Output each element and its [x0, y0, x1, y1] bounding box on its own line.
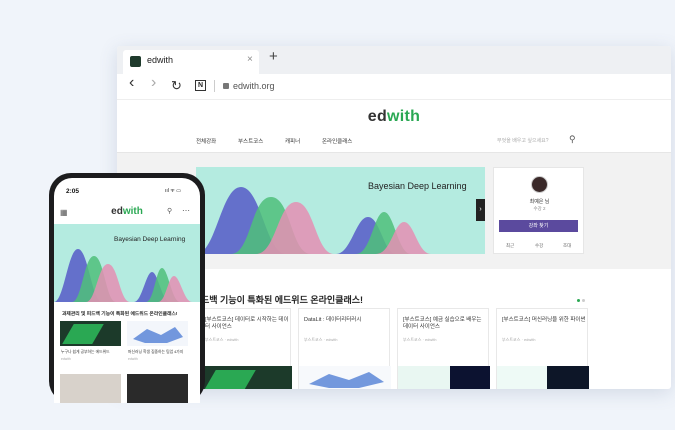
status-time: 2:05 — [66, 188, 80, 195]
search-icon[interactable]: ⚲ — [569, 134, 576, 145]
site-logo[interactable]: edwith — [117, 108, 671, 126]
avatar[interactable] — [531, 176, 548, 193]
profile-sub: 수강 2 — [533, 206, 546, 211]
phone-mockup: 2:05 ııl ᯤ ▭ ▦ edwith ⚲ ⋯ Bayesian Deep … — [49, 173, 205, 403]
card-meta: 부스트코스 · edwith — [304, 337, 338, 342]
course-card[interactable]: [부스트코스] 예금 실습으로 배우는 데이터 사이언스 부스트코스 · edw… — [397, 308, 490, 389]
edwith-favicon-icon — [130, 56, 141, 67]
phone-card-sub: edwith — [61, 357, 71, 361]
profile-link-recent[interactable]: 최근 — [506, 243, 514, 249]
lock-icon — [223, 83, 229, 89]
status-icons: ııl ᯤ ▭ — [165, 188, 181, 194]
new-tab-button[interactable]: + — [269, 48, 278, 65]
phone-screen: 2:05 ııl ᯤ ▭ ▦ edwith ⚲ ⋯ Bayesian Deep … — [54, 178, 200, 403]
naver-icon[interactable]: N — [195, 80, 206, 91]
divider — [214, 80, 215, 92]
phone-logo-ed: ed — [111, 206, 123, 217]
menu-item-online-class[interactable]: 온라인클래스 — [322, 137, 352, 145]
card-thumbnail — [398, 366, 490, 389]
card-meta: 부스트코스 · edwith — [502, 337, 536, 342]
card-meta: 부스트코스 · edwith — [205, 337, 239, 342]
phone-card-thumbnail[interactable] — [127, 321, 188, 346]
phone-banner[interactable]: Bayesian Deep Learning — [54, 224, 200, 302]
search-input[interactable]: 무엇을 배우고 싶으세요? — [497, 137, 549, 144]
tab-bar: edwith × + — [117, 46, 671, 74]
tab-close-icon[interactable]: × — [247, 54, 253, 65]
carousel-dot-active[interactable] — [577, 299, 580, 302]
profile-card: 최예은 님 수강 2 강좌 찾기 최근 수강 조대 — [493, 167, 584, 254]
phone-card-caption: 누구나 쉽게 공부하는 에드위드 — [61, 350, 110, 354]
phone-card-caption: 머신러닝 학생 집중하는 팀업 4가지 — [128, 350, 184, 354]
profile-name: 최예은 님 — [529, 199, 550, 205]
phone-logo[interactable]: edwith — [54, 206, 200, 217]
menu-item-all-courses[interactable]: 전체강좌 — [196, 137, 216, 145]
card-thumbnail — [497, 366, 589, 389]
tab-title: edwith — [147, 55, 174, 65]
menu-item-capiner[interactable]: 캐피너 — [285, 137, 300, 145]
card-thumbnail — [299, 366, 391, 389]
profile-link-enrolled[interactable]: 수강 — [535, 243, 543, 249]
banner-next-button[interactable]: › — [476, 199, 485, 221]
logo-with: with — [387, 108, 421, 125]
url-field[interactable]: edwith.org — [233, 81, 275, 91]
course-card[interactable]: [부스트코스] 머신러닝을 위한 파이썬 부스트코스 · edwith — [496, 308, 589, 389]
course-card[interactable]: [부스트코스] 데이터로 시작하는 데이터 사이언스 부스트코스 · edwit… — [199, 308, 292, 389]
phone-logo-with: with — [122, 206, 143, 217]
card-title: [부스트코스] 데이터로 시작하는 데이터 사이언스 — [205, 317, 289, 330]
profile-link-other[interactable]: 조대 — [563, 243, 571, 249]
phone-section-heading: 과제관리 및 피드백 기능이 특화된 에드위드 온라인클래스! — [62, 312, 178, 317]
card-title: DataLit : 데이터리터러시 — [304, 317, 362, 323]
reload-icon[interactable]: ↻ — [171, 78, 182, 94]
card-meta: 부스트코스 · edwith — [403, 337, 437, 342]
hero-banner[interactable]: Bayesian Deep Learning — [196, 167, 485, 254]
browser-tab[interactable]: edwith × — [123, 50, 259, 74]
carousel-dot[interactable] — [582, 299, 585, 302]
more-icon[interactable]: ⋯ — [182, 206, 190, 215]
banner-title: Bayesian Deep Learning — [368, 181, 467, 191]
phone-search-icon[interactable]: ⚲ — [167, 207, 172, 215]
card-title: [부스트코스] 예금 실습으로 배우는 데이터 사이언스 — [403, 317, 482, 330]
card-thumbnail — [200, 366, 292, 389]
course-card[interactable]: DataLit : 데이터리터러시 부스트코스 · edwith — [298, 308, 391, 389]
phone-card-thumbnail[interactable] — [60, 321, 121, 346]
find-course-button[interactable]: 강좌 찾기 — [499, 220, 578, 232]
back-icon[interactable]: ‹ — [129, 75, 134, 91]
forward-icon[interactable]: › — [151, 75, 156, 91]
phone-banner-title: Bayesian Deep Learning — [114, 236, 186, 243]
phone-card-thumbnail[interactable] — [60, 374, 121, 403]
menu-item-boostcourse[interactable]: 부스트코스 — [238, 137, 263, 145]
phone-card-thumbnail[interactable] — [127, 374, 188, 403]
address-bar: ‹ › ↻ N edwith.org — [117, 74, 671, 100]
phone-card-sub: edwith — [128, 357, 138, 361]
logo-ed: ed — [367, 108, 388, 125]
card-title: [부스트코스] 머신러닝을 위한 파이썬 — [502, 317, 586, 323]
section-title: 드백 기능이 특화된 에드위드 온라인클래스! — [201, 295, 364, 305]
